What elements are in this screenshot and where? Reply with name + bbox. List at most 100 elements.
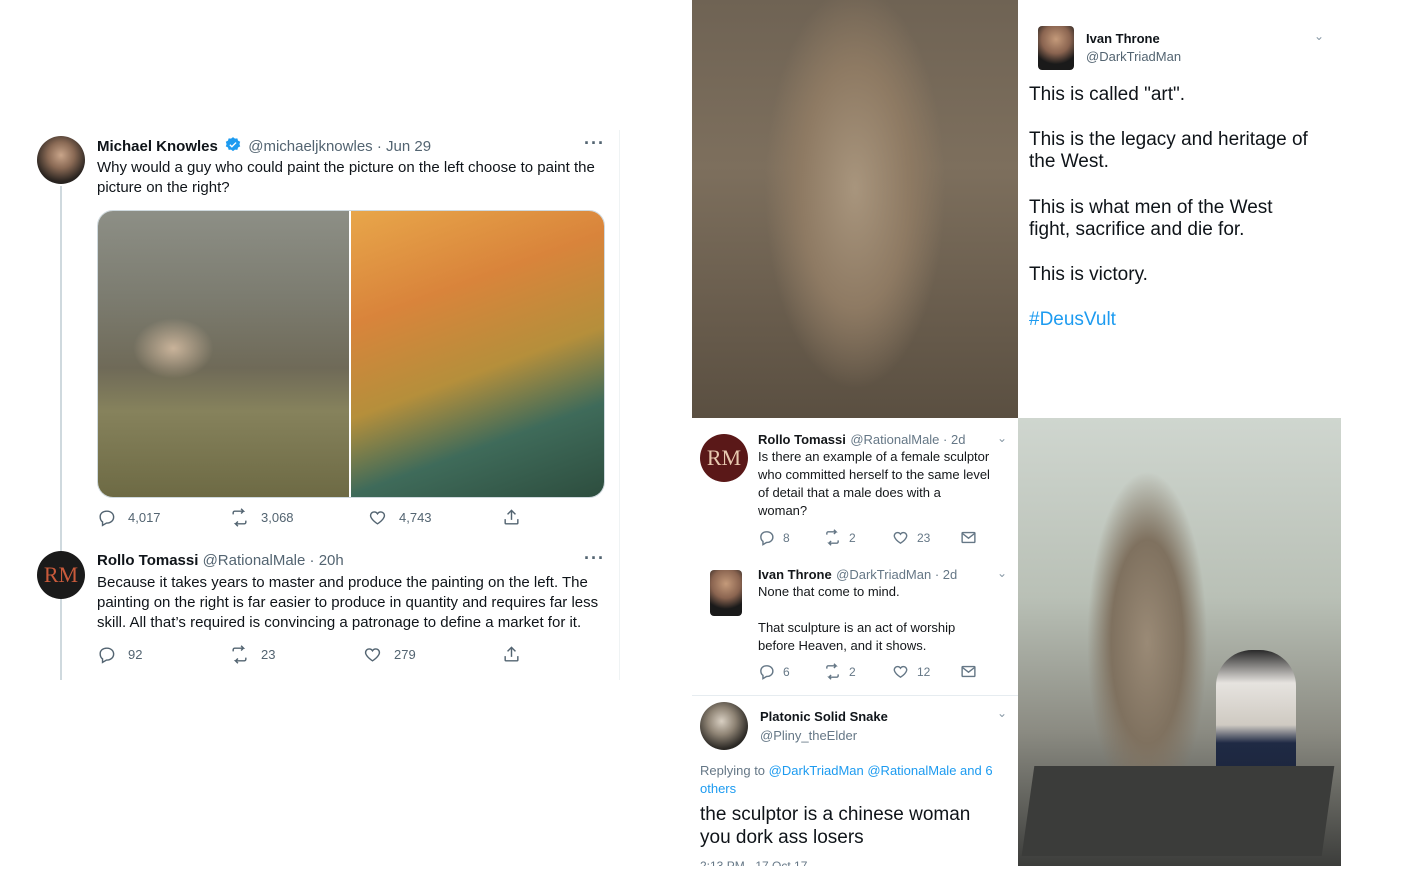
screenshot-collage: Ivan Throne @DarkTriadMan ⌄ This is call… xyxy=(692,0,1342,866)
share-icon xyxy=(504,646,519,662)
tweet-text: Why would a guy who could paint the pict… xyxy=(97,159,595,196)
reply-button[interactable]: 92 xyxy=(97,645,142,664)
hashtag-link[interactable]: #DeusVult xyxy=(1029,309,1116,331)
ivan-throne-avatar[interactable] xyxy=(710,570,742,616)
tweet-line: This is called "art". xyxy=(1029,84,1186,105)
tweet-line: you dork ass losers xyxy=(700,827,864,848)
more-options-icon[interactable]: ··· xyxy=(584,133,605,154)
author-handle[interactable]: @michaeljknowles xyxy=(248,138,372,155)
reply-button[interactable]: 6 xyxy=(758,663,790,680)
chevron-down-icon[interactable]: ⌄ xyxy=(997,706,1007,720)
reply-tweet-header: Rollo Tomassi @RationalMale · 20h xyxy=(97,551,344,571)
like-button[interactable]: 12 xyxy=(892,663,930,680)
author-name[interactable]: Platonic Solid Snake xyxy=(760,709,888,724)
rollo-tomassi-avatar[interactable]: RM xyxy=(37,551,85,599)
author-handle[interactable]: @Pliny_theElder xyxy=(760,728,857,743)
share-button[interactable] xyxy=(502,508,521,527)
reply-icon xyxy=(99,510,115,527)
retweet-count: 3,068 xyxy=(261,510,294,525)
separator-dot: · xyxy=(376,138,382,155)
replying-to: Replying to @DarkTriadMan @RationalMale … xyxy=(700,762,1010,798)
reply-tweet-text: Because it takes years to master and pro… xyxy=(97,574,599,631)
chevron-down-icon[interactable]: ⌄ xyxy=(1314,29,1324,43)
replying-to-links[interactable]: @DarkTriadMan @RationalMale and 6 xyxy=(769,763,993,778)
message-button[interactable] xyxy=(960,529,977,546)
tweet-line: This is victory. xyxy=(1029,264,1148,285)
like-count: 23 xyxy=(917,530,931,545)
retweet-icon xyxy=(232,508,247,527)
tweet-line: That sculpture is an act of worship xyxy=(758,620,956,635)
reply-icon xyxy=(760,665,774,680)
retweet-count: 2 xyxy=(849,664,856,679)
heart-icon xyxy=(893,531,908,545)
ivan-throne-avatar[interactable] xyxy=(1038,26,1074,70)
author-handle[interactable]: @RationalMale xyxy=(203,552,306,569)
avatar-monogram: RM xyxy=(43,562,79,587)
chevron-down-icon[interactable]: ⌄ xyxy=(997,431,1007,445)
more-options-icon[interactable]: ··· xyxy=(584,548,605,569)
rollo-tomassi-avatar[interactable]: RM xyxy=(700,434,748,482)
message-button[interactable] xyxy=(960,663,977,680)
author-handle[interactable]: @RationalMale · 2d xyxy=(850,432,965,447)
retweet-button[interactable]: 2 xyxy=(824,663,856,680)
tweet-line: None that come to mind. xyxy=(758,584,900,599)
pallet-base xyxy=(1021,766,1335,856)
verified-badge-icon xyxy=(224,136,242,160)
envelope-icon xyxy=(961,531,976,544)
twitter-thread: Michael Knowles @michaeljknowles · Jun 2… xyxy=(0,0,640,890)
retweet-count: 23 xyxy=(261,647,276,662)
retweet-icon xyxy=(232,645,247,664)
separator-dot: · xyxy=(309,552,315,569)
author-handle[interactable]: @DarkTriadMan xyxy=(1086,49,1181,64)
tweet-date[interactable]: 20h xyxy=(319,552,344,569)
tweet-header: Michael Knowles @michaeljknowles · Jun 2… xyxy=(97,136,431,160)
thread-connector-line xyxy=(60,186,62,680)
reply-icon xyxy=(99,647,115,664)
like-button[interactable]: 4,743 xyxy=(368,508,432,527)
retweet-button[interactable]: 23 xyxy=(230,645,275,664)
retweet-button[interactable]: 3,068 xyxy=(230,508,294,527)
author-name[interactable]: Ivan Throne xyxy=(758,567,832,582)
replying-to-links-more[interactable]: others xyxy=(700,781,736,796)
tweet-line: the sculptor is a chinese woman xyxy=(700,804,971,825)
tweet-line: Is there an example of a female sculptor xyxy=(758,449,990,464)
reply-count: 92 xyxy=(128,647,143,662)
tweet-line: the West. xyxy=(1029,151,1109,172)
author-name[interactable]: Rollo Tomassi xyxy=(97,552,198,569)
tweet-line: This is what men of the West xyxy=(1029,197,1273,218)
tweet-media[interactable] xyxy=(97,210,605,498)
author-name[interactable]: Rollo Tomassi xyxy=(758,432,846,447)
like-count: 4,743 xyxy=(399,510,432,525)
chevron-down-icon[interactable]: ⌄ xyxy=(997,566,1007,580)
sculpture-photo-top xyxy=(692,0,1018,418)
tweet-header: Ivan Throne @DarkTriadMan · 2d xyxy=(758,566,957,584)
michael-knowles-avatar[interactable] xyxy=(37,136,85,184)
tweet-line: woman? xyxy=(758,503,808,518)
column-divider xyxy=(619,130,620,680)
author-name[interactable]: Michael Knowles xyxy=(97,138,218,155)
tweet-timestamp: 2:13 PM - 17 Oct 17 xyxy=(700,859,808,866)
platonic-solid-snake-avatar[interactable] xyxy=(700,702,748,750)
reply-button[interactable]: 8 xyxy=(758,529,790,546)
reply-count: 4,017 xyxy=(128,510,161,525)
author-name[interactable]: Ivan Throne xyxy=(1086,31,1160,46)
reply-button[interactable]: 4,017 xyxy=(97,508,161,527)
retweet-button[interactable]: 2 xyxy=(824,529,856,546)
author-handle[interactable]: @DarkTriadMan · 2d xyxy=(836,567,957,582)
like-count: 279 xyxy=(394,647,416,662)
share-button[interactable] xyxy=(502,645,521,664)
tweet-line: This is the legacy and heritage of xyxy=(1029,129,1308,150)
like-count: 12 xyxy=(917,664,931,679)
realist-painting-image[interactable] xyxy=(98,211,349,497)
avatar-monogram: RM xyxy=(706,445,742,470)
reply-count: 6 xyxy=(783,664,790,679)
ivan-throne-tweet-card: Ivan Throne @DarkTriadMan ⌄ This is call… xyxy=(1018,0,1342,418)
divider xyxy=(692,695,1018,696)
cubist-painting-image[interactable] xyxy=(351,211,604,497)
like-button[interactable]: 23 xyxy=(892,529,930,546)
tweet-date[interactable]: Jun 29 xyxy=(386,138,431,155)
old-tweets-panel: RM Rollo Tomassi @RationalMale · 2d ⌄ Is… xyxy=(692,418,1018,866)
tweet-line: of detail that a male does with a xyxy=(758,485,941,500)
like-button[interactable]: 279 xyxy=(363,645,416,664)
tweet-line: who committed herself to the same level xyxy=(758,467,990,482)
